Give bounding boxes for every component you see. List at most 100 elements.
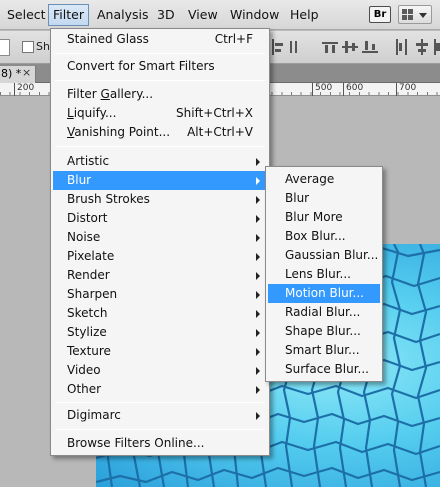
menu-view[interactable]: View bbox=[184, 4, 222, 26]
menu-filter[interactable]: Filter bbox=[48, 4, 89, 26]
distribute-vcenter-icon[interactable] bbox=[342, 39, 358, 55]
menu-item-vanishing-point[interactable]: Vanishing Point... Alt+Ctrl+V bbox=[53, 123, 267, 142]
menu-item-average[interactable]: Average bbox=[268, 170, 380, 189]
menu-item-digimarc[interactable]: Digimarc bbox=[53, 406, 267, 425]
menu-item-label: Noise bbox=[67, 230, 101, 244]
menu-item-surface-blur[interactable]: Surface Blur... bbox=[268, 360, 380, 379]
chevron-right-icon bbox=[256, 291, 260, 299]
menu-item-label: Surface Blur... bbox=[285, 362, 369, 376]
menu-item-label: Artistic bbox=[67, 154, 110, 168]
distribute-hcenter-icon[interactable] bbox=[414, 39, 430, 55]
distribute-bottom-icon[interactable] bbox=[362, 39, 378, 55]
chevron-right-icon bbox=[256, 412, 260, 420]
menu-item-brush-strokes[interactable]: Brush Strokes bbox=[53, 190, 267, 209]
show-checkbox[interactable] bbox=[22, 41, 34, 53]
menu-item-other[interactable]: Other bbox=[53, 380, 267, 399]
menu-separator bbox=[55, 146, 265, 147]
menu-item-sharpen[interactable]: Sharpen bbox=[53, 285, 267, 304]
chevron-right-icon bbox=[256, 215, 260, 223]
mnemonic: G bbox=[100, 87, 110, 101]
menu-item-label: Average bbox=[285, 172, 335, 186]
chevron-right-icon bbox=[256, 196, 260, 204]
ruler-mark-700: 700 bbox=[396, 83, 416, 96]
menu-separator bbox=[55, 80, 265, 81]
menu-window[interactable]: Window bbox=[226, 4, 283, 26]
menu-item-smart-blur[interactable]: Smart Blur... bbox=[268, 341, 380, 360]
shortcut-label: Alt+Ctrl+V bbox=[187, 125, 253, 139]
distribute-left-icon[interactable] bbox=[394, 39, 410, 55]
menu-item-artistic[interactable]: Artistic bbox=[53, 152, 267, 171]
menu-item-sketch[interactable]: Sketch bbox=[53, 304, 267, 323]
menu-analysis[interactable]: Analysis bbox=[93, 4, 153, 26]
menu-select[interactable]: Select bbox=[3, 4, 50, 26]
menu-item-blur-more[interactable]: Blur More bbox=[268, 208, 380, 227]
menu-item-noise[interactable]: Noise bbox=[53, 228, 267, 247]
chevron-right-icon bbox=[256, 234, 260, 242]
menu-item-lens-blur[interactable]: Lens Blur... bbox=[268, 265, 380, 284]
menu-item-last-filter[interactable]: Stained Glass Ctrl+F bbox=[53, 30, 267, 49]
menu-bar: Select Filter Analysis 3D View Window He… bbox=[0, 0, 440, 30]
menu-item-filter-gallery[interactable]: Filter Gallery... bbox=[53, 85, 267, 104]
menu-item-label: Lens Blur... bbox=[285, 267, 351, 281]
menu-item-label: Sharpen bbox=[67, 287, 118, 301]
menu-item-box-blur[interactable]: Box Blur... bbox=[268, 227, 380, 246]
menu-item-blur-simple[interactable]: Blur bbox=[268, 189, 380, 208]
menu-item-pixelate[interactable]: Pixelate bbox=[53, 247, 267, 266]
menu-item-texture[interactable]: Texture bbox=[53, 342, 267, 361]
option-input[interactable] bbox=[0, 39, 10, 56]
chevron-right-icon bbox=[256, 253, 260, 261]
menu-item-label: Shape Blur... bbox=[285, 324, 361, 338]
menu-item-label: Filter Gallery... bbox=[67, 87, 154, 101]
shortcut-label: Shift+Ctrl+X bbox=[176, 106, 253, 120]
menu-help[interactable]: Help bbox=[286, 4, 323, 26]
menu-item-label: Convert for Smart Filters bbox=[67, 59, 215, 73]
menu-item-shape-blur[interactable]: Shape Blur... bbox=[268, 322, 380, 341]
menu-3d[interactable]: 3D bbox=[153, 4, 179, 26]
menu-item-label: Motion Blur... bbox=[285, 286, 364, 300]
menu-item-label: Box Blur... bbox=[285, 229, 346, 243]
align-right-edges-icon[interactable] bbox=[270, 39, 286, 55]
chevron-right-icon bbox=[256, 329, 260, 337]
chevron-right-icon bbox=[256, 272, 260, 280]
menu-item-label: Digimarc bbox=[67, 408, 121, 422]
menu-item-render[interactable]: Render bbox=[53, 266, 267, 285]
menu-item-label: iquify... bbox=[73, 106, 117, 120]
menu-item-liquify[interactable]: Liquify... Shift+Ctrl+X bbox=[53, 104, 267, 123]
menu-item-stylize[interactable]: Stylize bbox=[53, 323, 267, 342]
menu-item-label: Gaussian Blur... bbox=[285, 248, 379, 262]
menu-item-label: Blur bbox=[285, 191, 310, 205]
show-checkbox-label: Sh bbox=[36, 40, 50, 53]
menu-item-label: Radial Blur... bbox=[285, 305, 361, 319]
menu-item-gaussian-blur[interactable]: Gaussian Blur... bbox=[268, 246, 380, 265]
menu-separator bbox=[55, 429, 265, 430]
menu-item-convert-smart-filters[interactable]: Convert for Smart Filters bbox=[53, 57, 267, 76]
ruler-mark-600: 600 bbox=[343, 83, 363, 96]
bridge-button[interactable]: Br bbox=[369, 6, 391, 23]
chevron-down-icon bbox=[419, 13, 427, 18]
menu-item-video[interactable]: Video bbox=[53, 361, 267, 380]
chevron-right-icon bbox=[256, 158, 260, 166]
grid-icon bbox=[402, 9, 414, 21]
menu-item-motion-blur[interactable]: Motion Blur... bbox=[268, 284, 380, 303]
menu-item-label: Stained Glass bbox=[67, 32, 149, 46]
distribute-icon[interactable] bbox=[286, 39, 302, 55]
chevron-right-icon bbox=[256, 177, 260, 185]
menu-separator bbox=[55, 53, 265, 54]
menu-item-label: Sketch bbox=[67, 306, 108, 320]
menu-item-label: Blur More bbox=[285, 210, 343, 224]
menu-item-label: Brush Strokes bbox=[67, 192, 150, 206]
menu-item-blur[interactable]: Blur bbox=[53, 171, 267, 190]
chevron-right-icon bbox=[256, 310, 260, 318]
chevron-right-icon bbox=[256, 348, 260, 356]
menu-item-browse-filters-online[interactable]: Browse Filters Online... bbox=[53, 434, 267, 453]
menu-item-label: Other bbox=[67, 382, 102, 396]
distribute-top-icon[interactable] bbox=[322, 39, 338, 55]
filter-menu: Stained Glass Ctrl+F Convert for Smart F… bbox=[50, 28, 270, 456]
distribute-right-icon[interactable] bbox=[432, 39, 440, 55]
menu-item-distort[interactable]: Distort bbox=[53, 209, 267, 228]
shortcut-label: Ctrl+F bbox=[214, 32, 253, 46]
close-icon[interactable]: × bbox=[22, 66, 31, 79]
menu-item-radial-blur[interactable]: Radial Blur... bbox=[268, 303, 380, 322]
workspace-dropdown[interactable] bbox=[398, 5, 432, 24]
menu-item-label: Stylize bbox=[67, 325, 107, 339]
